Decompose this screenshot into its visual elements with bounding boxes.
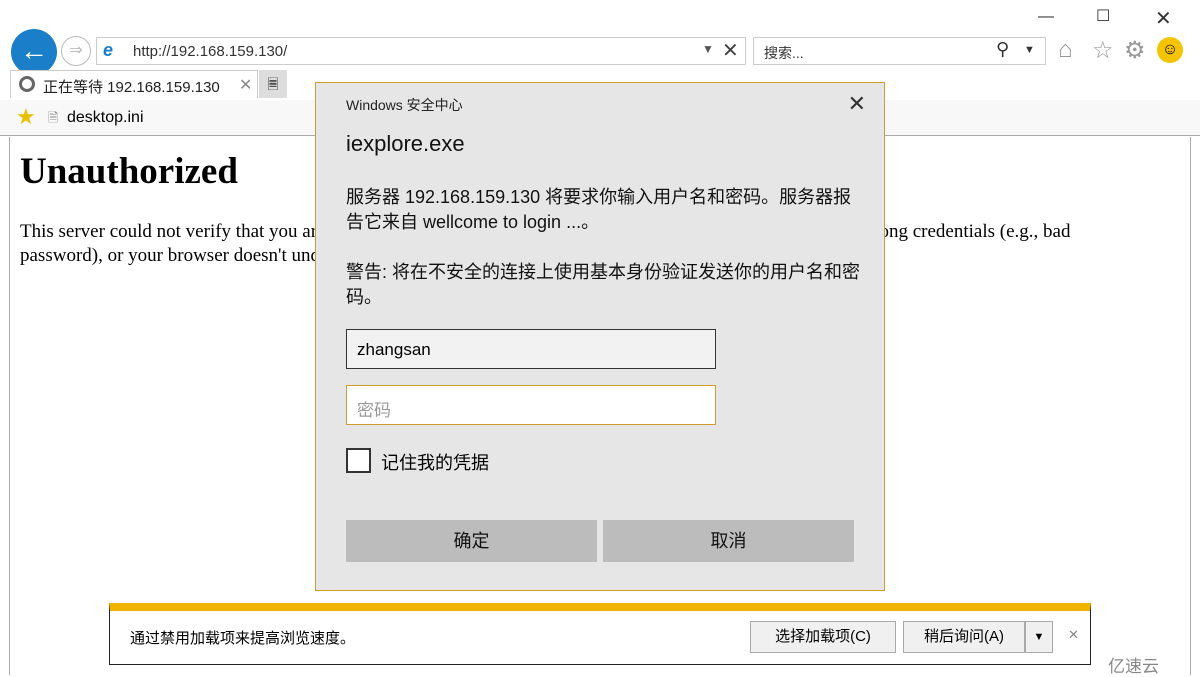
url-text: http://192.168.159.130/: [133, 43, 288, 60]
smiley-icon[interactable]: ☺: [1157, 37, 1183, 63]
dialog-message: 服务器 192.168.159.130 将要求你输入用户名和密码。服务器报告它来…: [346, 187, 852, 232]
back-button[interactable]: ←: [11, 29, 57, 75]
page-title: Unauthorized: [20, 151, 238, 192]
notification-close-icon[interactable]: ✕: [1068, 627, 1079, 643]
password-input[interactable]: 密码: [346, 385, 716, 425]
ask-later-dropdown[interactable]: ▼: [1025, 621, 1053, 653]
maximize-button[interactable]: ☐: [1096, 6, 1110, 26]
address-bar[interactable]: e http://192.168.159.130/ ▼ ✕: [96, 37, 746, 65]
cancel-button[interactable]: 取消: [603, 520, 854, 562]
remember-label[interactable]: 记住我的凭据: [381, 449, 489, 475]
search-box[interactable]: 搜索... ⚲ ▼: [753, 37, 1046, 65]
dialog-warning: 警告: 将在不安全的连接上使用基本身份验证发送你的用户名和密码。: [346, 262, 860, 307]
new-tab-button[interactable]: 🗏: [259, 70, 287, 98]
ask-later-button[interactable]: 稍后询问(A): [903, 621, 1025, 653]
username-input[interactable]: zhangsan: [346, 329, 716, 369]
minimize-button[interactable]: —: [1038, 8, 1054, 26]
remember-checkbox[interactable]: [346, 448, 371, 473]
search-input[interactable]: 搜索...: [764, 43, 804, 63]
file-icon: 🗎: [48, 110, 59, 125]
search-icon[interactable]: ⚲: [996, 39, 1009, 60]
security-dialog: Windows 安全中心 ✕ iexplore.exe 服务器 192.168.…: [315, 82, 885, 591]
add-favorite-icon[interactable]: ★: [16, 104, 36, 130]
ok-button[interactable]: 确定: [346, 520, 597, 562]
notification-message: 通过禁用加载项来提高浏览速度。: [130, 630, 356, 647]
dropdown-icon[interactable]: ▼: [1024, 44, 1035, 56]
choose-addons-button[interactable]: 选择加载项(C): [750, 621, 896, 653]
close-window-button[interactable]: ✕: [1155, 6, 1172, 31]
forward-button[interactable]: ⇒: [61, 36, 91, 66]
loading-icon: [19, 76, 35, 92]
tab-close-icon[interactable]: ✕: [239, 75, 252, 95]
dialog-title: Windows 安全中心: [346, 97, 463, 113]
home-icon[interactable]: ⌂: [1058, 36, 1073, 64]
watermark: 亿速云: [1108, 657, 1159, 676]
ie-icon: e: [103, 40, 114, 60]
favorite-item[interactable]: desktop.ini: [67, 109, 144, 127]
dialog-app: iexplore.exe: [346, 131, 465, 156]
tab-current[interactable]: 正在等待 192.168.159.130 ✕: [10, 70, 258, 98]
gear-icon[interactable]: ⚙: [1124, 36, 1146, 65]
tab-title: 正在等待 192.168.159.130: [43, 79, 220, 96]
stop-icon[interactable]: ✕: [722, 38, 739, 63]
dialog-close-button[interactable]: ✕: [848, 91, 866, 117]
notification-bar: 通过禁用加载项来提高浏览速度。 选择加载项(C) 稍后询问(A) ▼ ✕: [109, 603, 1091, 665]
dropdown-icon[interactable]: ▼: [702, 42, 714, 56]
favorites-icon[interactable]: ☆: [1092, 36, 1114, 65]
